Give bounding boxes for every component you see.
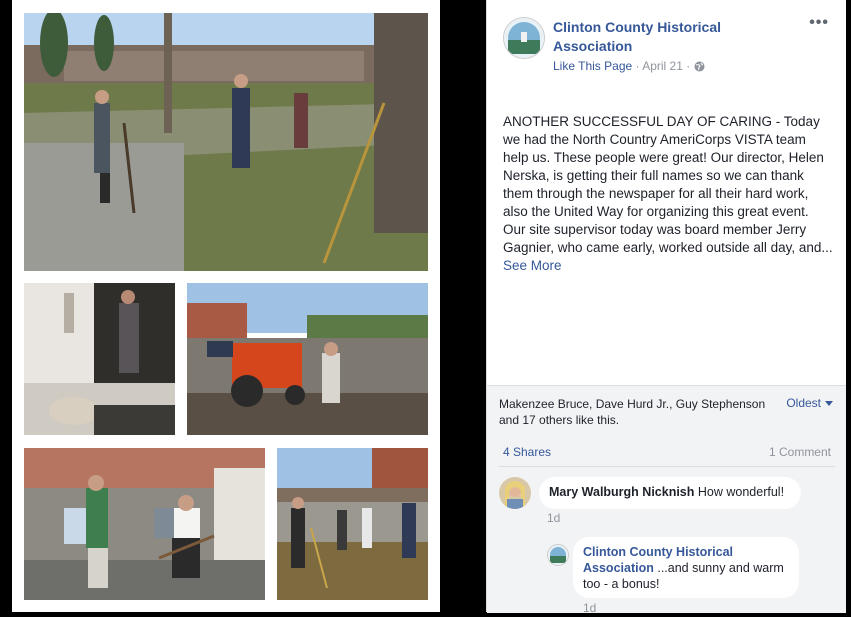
comments-count[interactable]: 1 Comment xyxy=(769,445,831,459)
shares-link[interactable]: 4 Shares xyxy=(503,445,551,459)
meta-separator: · xyxy=(686,59,694,73)
post-text-paragraph: ANOTHER SUCCESSFUL DAY OF CARING - Today… xyxy=(503,114,824,219)
post-panel: Clinton County Historical Association Li… xyxy=(486,0,847,615)
photo-volunteers-lawn xyxy=(24,13,428,271)
commenter-avatar[interactable] xyxy=(499,477,531,509)
reply-bubble: Clinton County Historical Association ..… xyxy=(573,537,799,598)
page-avatar[interactable] xyxy=(503,17,545,59)
likes-summary[interactable]: Makenzee Bruce, Dave Hurd Jr., Guy Steph… xyxy=(499,396,774,428)
comment-timestamp[interactable]: 1d xyxy=(547,511,560,525)
page-name-link[interactable]: Clinton County Historical Association xyxy=(553,18,793,56)
photo-digging xyxy=(24,448,265,600)
post-meta: Like This Page · April 21 · xyxy=(553,59,705,75)
photo-doorway xyxy=(24,283,175,435)
see-more-link[interactable]: See More xyxy=(503,258,562,273)
post-text-continuation: Our site supervisor today was board memb… xyxy=(503,222,833,255)
comment-text: How wonderful! xyxy=(697,485,785,499)
photo-collage[interactable] xyxy=(12,0,440,612)
caret-down-icon xyxy=(825,401,833,407)
post-photo[interactable] xyxy=(0,0,486,617)
divider xyxy=(499,466,835,467)
more-options-icon[interactable]: ••• xyxy=(809,14,829,32)
reply-timestamp[interactable]: 1d xyxy=(583,601,596,615)
reply-avatar[interactable] xyxy=(547,544,569,566)
post-text-paragraph: Our site supervisor today was board memb… xyxy=(503,221,835,275)
globe-icon xyxy=(694,61,705,75)
photo-group-shovels xyxy=(277,448,428,600)
like-page-link[interactable]: Like This Page xyxy=(553,59,632,73)
comment-bubble: Mary Walburgh Nicknish How wonderful! xyxy=(539,477,801,509)
reactions-section: Makenzee Bruce, Dave Hurd Jr., Guy Steph… xyxy=(487,385,847,615)
comment-order-label: Oldest xyxy=(786,396,821,410)
post-text: ANOTHER SUCCESSFUL DAY OF CARING - Today… xyxy=(503,113,835,275)
comment-author[interactable]: Mary Walburgh Nicknish xyxy=(549,485,694,499)
photo-tractor xyxy=(187,283,428,435)
window-edge xyxy=(846,0,851,617)
comment-order-dropdown[interactable]: Oldest xyxy=(786,396,833,410)
post-date[interactable]: April 21 xyxy=(642,59,683,73)
